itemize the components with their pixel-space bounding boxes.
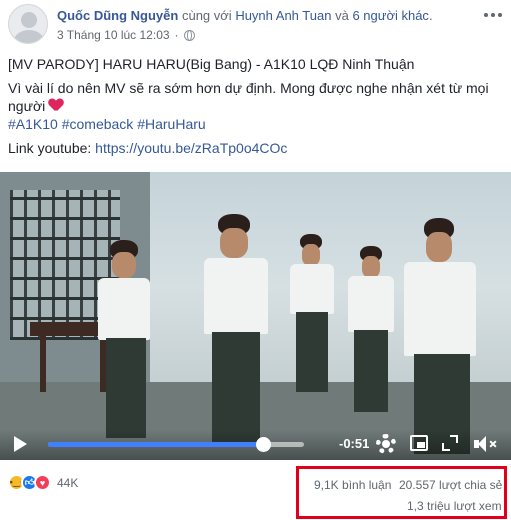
meta-separator: ·: [174, 28, 179, 42]
link-label: Link youtube:: [8, 140, 96, 156]
post-title-line: [MV PARODY] HARU HARU(Big Bang) - A1K10 …: [8, 56, 415, 72]
fullscreen-icon[interactable]: [442, 435, 458, 451]
post-text: [MV PARODY] HARU HARU(Big Bang) - A1K10 …: [8, 55, 504, 163]
heart-emoji-icon: [49, 99, 63, 112]
comments-count[interactable]: 9,1K bình luận: [314, 478, 391, 492]
youtube-link-line: Link youtube: https://youtu.be/zRaTp0o4C…: [8, 139, 504, 157]
avatar[interactable]: [8, 4, 48, 44]
tagged-friend[interactable]: Huynh Anh Tuan: [235, 8, 331, 23]
gear-icon[interactable]: [376, 434, 396, 454]
video-controls: -0:51: [0, 430, 511, 460]
shares-count[interactable]: 20.557 lượt chia sẻ: [399, 478, 502, 492]
video-progress-fill: [48, 442, 264, 447]
tagged-others-link[interactable]: 6 người khác: [349, 8, 429, 23]
post-body-text: Vì vài lí do nên MV sẽ ra sớm hơn dự địn…: [8, 80, 489, 114]
hashtag-line: #A1K10 #comeback #HaruHaru: [8, 115, 504, 133]
play-icon[interactable]: [14, 436, 27, 452]
post-meta: 3 Tháng 10 lúc 12:03 ·: [57, 28, 195, 42]
post-timestamp[interactable]: 3 Tháng 10 lúc 12:03: [57, 28, 170, 42]
header-period: .: [428, 8, 433, 23]
hashtag-a1k10[interactable]: #A1K10: [8, 116, 58, 132]
facebook-post: Quốc Dũng Nguyễn cùng với Huynh Anh Tuan…: [0, 0, 511, 520]
video-scene-table-leg: [40, 332, 46, 392]
mute-icon[interactable]: [474, 435, 497, 453]
globe-icon[interactable]: [183, 29, 195, 41]
youtube-link[interactable]: https://youtu.be/zRaTp0o4COc: [95, 140, 287, 156]
author-name[interactable]: Quốc Dũng Nguyễn: [57, 8, 178, 23]
views-count: 1,3 triệu lượt xem: [407, 499, 502, 513]
video-progress-handle[interactable]: [256, 437, 272, 452]
love-icon: ♥: [34, 474, 51, 491]
others-count: 6 người khác: [352, 8, 429, 23]
avatar-body-shape: [14, 30, 44, 43]
post-header: Quốc Dũng Nguyễn cùng với Huynh Anh Tuan…: [57, 8, 433, 24]
video-progress-bar[interactable]: [48, 437, 304, 452]
reaction-count: 44K: [57, 475, 79, 490]
engagement-stats-highlight: 9,1K bình luận 20.557 lượt chia sẻ 1,3 t…: [296, 466, 507, 519]
avatar-head-shape: [21, 12, 37, 28]
post-body: Vì vài lí do nên MV sẽ ra sớm hơn dự địn…: [8, 79, 504, 115]
reaction-summary[interactable]: •‿• 👍︎ ♥ 44K: [8, 474, 78, 491]
hashtag-comeback[interactable]: #comeback: [62, 116, 134, 132]
time-remaining: -0:51: [339, 436, 370, 451]
video-player[interactable]: -0:51: [0, 172, 511, 460]
more-options-icon[interactable]: [484, 10, 504, 20]
hashtag-haruharu[interactable]: #HaruHaru: [137, 116, 205, 132]
with-text: cùng với: [181, 8, 232, 23]
picture-in-picture-icon[interactable]: [410, 435, 428, 451]
and-text: và: [335, 8, 349, 23]
